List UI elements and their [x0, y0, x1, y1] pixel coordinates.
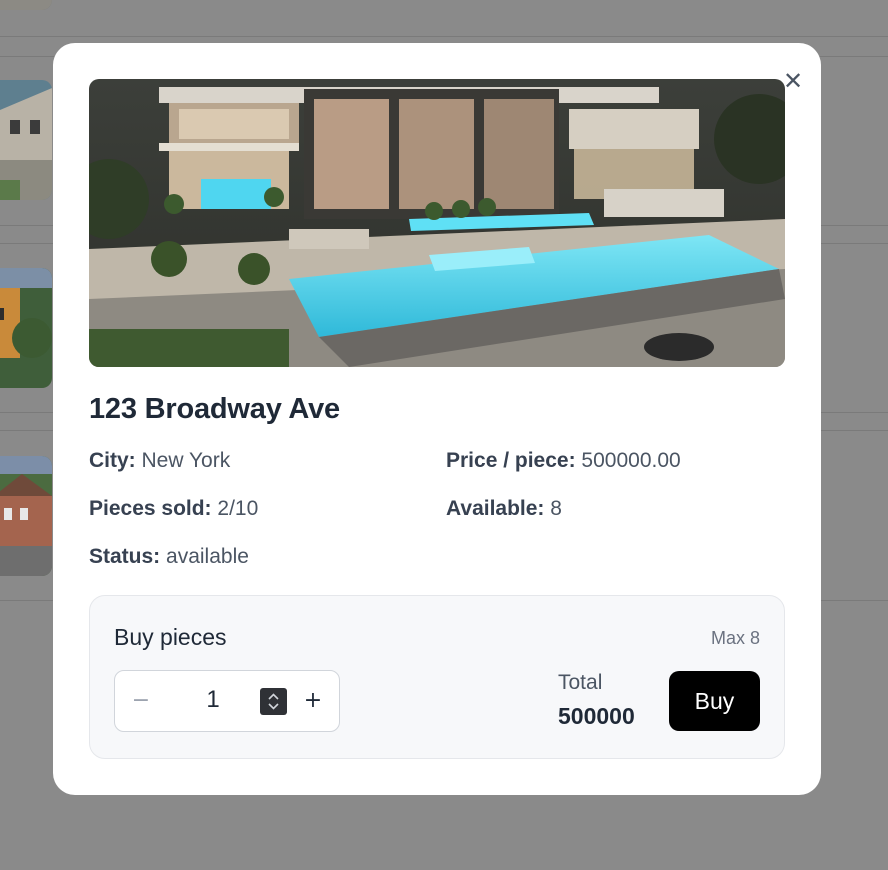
- buy-button[interactable]: Buy: [669, 671, 760, 731]
- listing-thumbnail[interactable]: [0, 268, 52, 388]
- status-label: Status:: [89, 545, 161, 568]
- listing-thumbnail[interactable]: [0, 80, 52, 200]
- pieces-sold-value: 2/10: [217, 497, 259, 520]
- available-label: Available:: [446, 497, 545, 520]
- listing-thumbnail[interactable]: [0, 0, 52, 10]
- pieces-sold-label: Pieces sold:: [89, 497, 212, 520]
- total-label: Total: [558, 671, 603, 694]
- decrement-button[interactable]: −: [128, 688, 154, 716]
- city-label: City:: [89, 449, 136, 472]
- total-value: 500000: [558, 703, 635, 729]
- quantity-input[interactable]: 1: [195, 686, 231, 718]
- available-value: 8: [550, 497, 562, 520]
- listing-thumbnail[interactable]: [0, 456, 52, 576]
- status-detail: Status: available: [89, 545, 249, 569]
- spin-arrows-icon[interactable]: [260, 688, 287, 715]
- max-pieces-hint: Max 8: [710, 628, 760, 648]
- property-title: 123 Broadway Ave: [89, 393, 340, 425]
- increment-button[interactable]: +: [300, 688, 326, 716]
- city-value: New York: [141, 449, 231, 472]
- buy-pieces-heading: Buy pieces: [114, 624, 227, 650]
- available-detail: Available: 8: [446, 497, 562, 521]
- price-detail: Price / piece: 500000.00: [446, 449, 681, 473]
- status-value: available: [166, 545, 249, 568]
- divider: [0, 36, 888, 37]
- pieces-sold-detail: Pieces sold: 2/10: [89, 497, 258, 521]
- property-image: [89, 79, 785, 367]
- price-value: 500000.00: [581, 449, 681, 472]
- price-label: Price / piece:: [446, 449, 576, 472]
- city-detail: City: New York: [89, 449, 230, 473]
